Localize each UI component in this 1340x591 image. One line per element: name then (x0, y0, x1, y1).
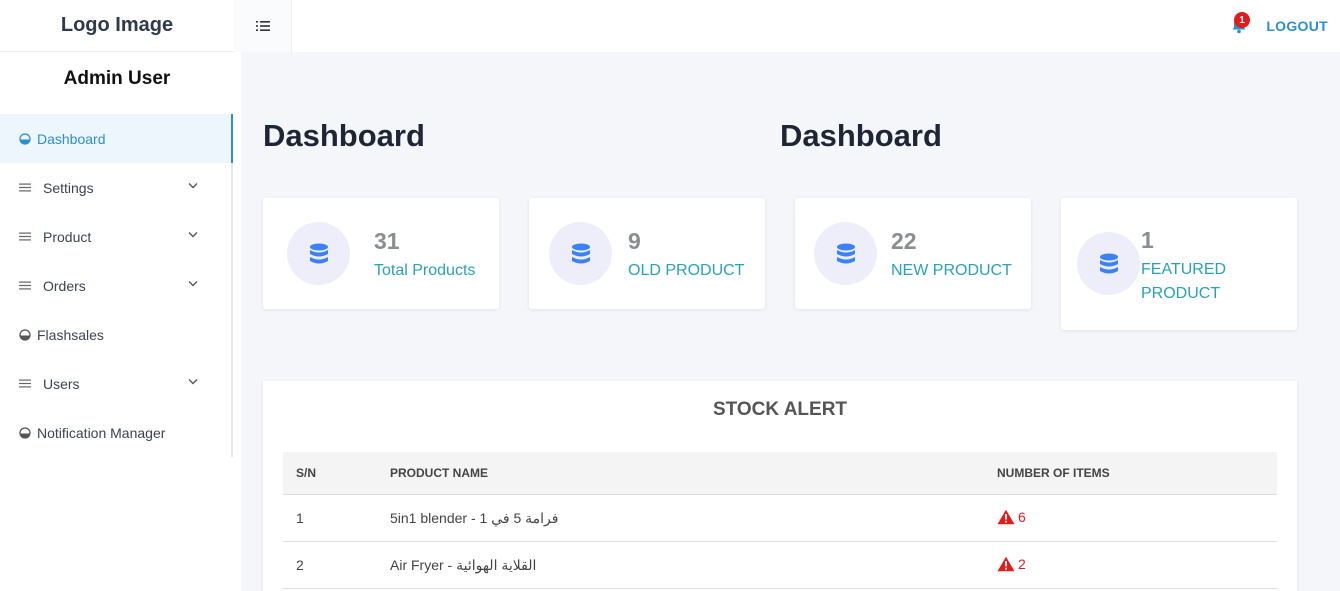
top-bar: Logo Image 1 LOGOUT (0, 0, 1340, 52)
database-icon (549, 222, 612, 285)
admin-user-name: Admin User (63, 68, 171, 89)
table-row[interactable]: 2 Air Fryer - القلاية الهوائية 2 (283, 542, 1277, 589)
sidebar-item-label: Settings (43, 179, 94, 196)
menu-toggle-button[interactable] (234, 0, 292, 52)
stat-label: OLD PRODUCT (628, 262, 745, 279)
sidebar-item-label: Dashboard (37, 130, 106, 147)
row-qty: 6 (997, 509, 1026, 525)
chevron-down-icon (188, 183, 198, 189)
column-header-sn: S/N (296, 466, 317, 480)
page-title: Dashboard (263, 118, 425, 153)
logout-button[interactable]: LOGOUT (1266, 18, 1328, 34)
sidebar-item-product[interactable]: Product (0, 212, 233, 261)
stat-card-new-product[interactable]: 22 NEW PRODUCT (795, 198, 1031, 309)
logo-text: Logo Image (60, 14, 174, 36)
row-qty: 2 (997, 556, 1026, 572)
menu-lines-icon (18, 232, 31, 241)
stock-alert-panel: STOCK ALERT S/N PRODUCT NAME NUMBER OF I… (263, 381, 1297, 591)
notification-badge: 1 (1234, 12, 1250, 28)
menu-lines-icon (18, 379, 31, 388)
stat-value: 1 (1141, 227, 1154, 253)
sidebar-item-label: Users (43, 375, 80, 392)
sidebar-item-label: Flashsales (37, 326, 104, 343)
list-icon (255, 21, 270, 31)
stat-value: 22 (891, 228, 917, 254)
stat-card-old-product[interactable]: 9 OLD PRODUCT (529, 198, 765, 309)
table-row[interactable]: 1 5in1 blender - فرامة 5 في 1 6 (283, 495, 1277, 542)
sidebar-nav: Dashboard Settings Product Orders Flashs… (0, 114, 233, 457)
sidebar-item-label: Product (43, 228, 92, 245)
row-qty-value: 2 (1018, 556, 1026, 572)
stat-label: FEATURED PRODUCT (1141, 261, 1227, 302)
menu-lines-icon (18, 183, 31, 192)
table-header: S/N PRODUCT NAME NUMBER OF ITEMS (283, 452, 1277, 495)
chevron-down-icon (188, 281, 198, 287)
stat-card-featured-product[interactable]: 1 FEATURED PRODUCT (1061, 198, 1297, 330)
warning-icon (997, 556, 1015, 572)
sidebar-item-dashboard[interactable]: Dashboard (0, 114, 233, 163)
stat-label: Total Products (374, 262, 476, 279)
row-sn: 2 (296, 557, 304, 573)
column-header-product-name: PRODUCT NAME (390, 466, 488, 480)
database-icon (287, 222, 350, 285)
column-header-number-of-items: NUMBER OF ITEMS (997, 466, 1110, 480)
stat-label: NEW PRODUCT (891, 262, 1012, 279)
sidebar-item-label: Notification Manager (37, 424, 166, 441)
stat-value: 31 (374, 228, 400, 254)
sidebar-item-label: Orders (43, 277, 86, 294)
menu-lines-icon (18, 281, 31, 290)
stat-value: 9 (628, 228, 641, 254)
sidebar-item-notification-manager[interactable]: Notification Manager (0, 408, 233, 457)
logo[interactable]: Logo Image (0, 0, 234, 52)
row-qty-value: 6 (1018, 509, 1026, 525)
stock-alert-title: STOCK ALERT (712, 399, 848, 420)
database-icon (814, 222, 877, 285)
stat-card-total-products[interactable]: 31 Total Products (263, 198, 499, 309)
sidebar-item-users[interactable]: Users (0, 359, 233, 408)
chevron-down-icon (188, 232, 198, 238)
dashboard-icon (18, 328, 31, 341)
chevron-down-icon (188, 379, 198, 385)
row-product-name: 5in1 blender - فرامة 5 في 1 (390, 510, 559, 526)
sidebar: Admin User Dashboard Settings Product Or… (0, 52, 241, 591)
warning-icon (997, 509, 1015, 525)
sidebar-item-settings[interactable]: Settings (0, 163, 233, 212)
row-sn: 1 (296, 510, 304, 526)
database-icon (1077, 232, 1140, 295)
sidebar-item-orders[interactable]: Orders (0, 261, 233, 310)
row-product-name: Air Fryer - القلاية الهوائية (390, 557, 537, 573)
page-title-secondary: Dashboard (780, 118, 942, 153)
dashboard-icon (18, 132, 31, 145)
sidebar-item-flashsales[interactable]: Flashsales (0, 310, 233, 359)
dashboard-icon (18, 426, 31, 439)
